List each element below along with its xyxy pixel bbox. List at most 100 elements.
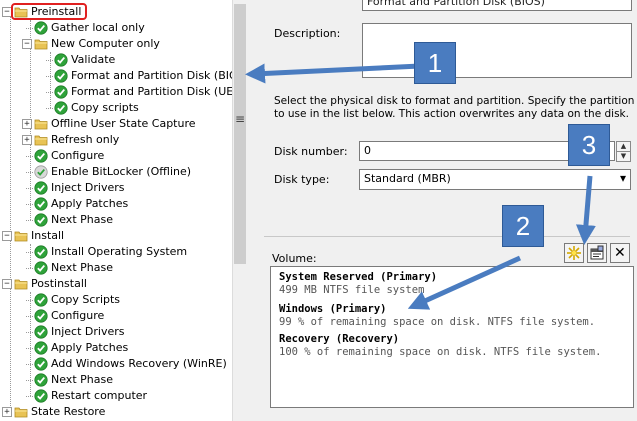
tree-item[interactable]: + State Restore xyxy=(0,404,232,420)
disk-type-value: Standard (MBR) xyxy=(364,172,451,185)
tree-item[interactable]: Install Operating System xyxy=(0,244,232,260)
properties-icon xyxy=(590,245,604,260)
tree-connector xyxy=(46,108,53,109)
tree-item[interactable]: Next Phase xyxy=(0,372,232,388)
tree-item-label: Configure xyxy=(51,309,105,322)
volume-name: System Reserved (Primary) xyxy=(279,271,438,283)
callout-1: 1 xyxy=(414,42,456,84)
folder-icon xyxy=(34,117,48,131)
tree-item[interactable]: Format and Partition Disk (BIOS) xyxy=(0,68,232,84)
expand-icon[interactable]: + xyxy=(22,135,32,145)
tree-item[interactable]: Format and Partition Disk (UEFI) xyxy=(0,84,232,100)
volume-name: Recovery (Recovery) xyxy=(279,333,400,345)
task-sequence-tree: − Preinstall Gather local only − New Compute… xyxy=(0,0,232,421)
description-field[interactable] xyxy=(362,23,632,78)
tree-item[interactable]: Configure xyxy=(0,308,232,324)
check-icon xyxy=(34,245,48,259)
tree-item-label: Inject Drivers xyxy=(51,325,125,338)
disk-type-label: Disk type: xyxy=(274,173,330,186)
tree-item[interactable]: Copy scripts xyxy=(0,100,232,116)
collapse-icon[interactable]: − xyxy=(22,39,32,49)
tree-item[interactable]: − Install xyxy=(0,228,232,244)
tree-item[interactable]: − Preinstall xyxy=(0,3,232,20)
tree-item[interactable]: Add Windows Recovery (WinRE) xyxy=(0,356,232,372)
selection-highlight xyxy=(11,3,87,20)
tree-item[interactable]: Inject Drivers xyxy=(0,180,232,196)
tree-item-label: Enable BitLocker (Offline) xyxy=(51,165,192,178)
volume-list-item[interactable]: Windows (Primary) 99 % of remaining space… xyxy=(271,303,631,333)
tree-connector xyxy=(26,204,33,205)
folder-icon xyxy=(14,229,28,243)
volume-label: Volume: xyxy=(272,252,317,265)
tree-item[interactable]: + Offline User State Capture xyxy=(0,116,232,132)
expand-icon[interactable]: + xyxy=(2,407,12,417)
collapse-icon[interactable]: − xyxy=(2,279,12,289)
check-icon xyxy=(34,181,48,195)
tree-connector xyxy=(26,364,33,365)
spin-down-icon[interactable]: ▼ xyxy=(616,151,631,162)
folder-icon xyxy=(34,133,48,147)
tree-connector xyxy=(26,252,33,253)
volume-list-item[interactable]: System Reserved (Primary) 499 MB NTFS fil… xyxy=(271,271,631,301)
tree-connector xyxy=(26,380,33,381)
tree-item[interactable]: − New Computer only xyxy=(0,36,232,52)
task-sequence-editor: − Preinstall Gather local only − New Compute… xyxy=(0,0,637,421)
tree-item-label: Next Phase xyxy=(51,213,113,226)
expand-icon[interactable]: + xyxy=(22,119,32,129)
volume-name: Windows (Primary) xyxy=(279,303,387,315)
folder-icon xyxy=(34,37,48,51)
volume-list-item[interactable]: Recovery (Recovery) 100 % of remaining sp… xyxy=(271,333,631,363)
name-field-value: Format and Partition Disk (BIOS) xyxy=(367,0,545,8)
tree-item[interactable]: − Postinstall xyxy=(0,276,232,292)
tree-item[interactable]: Next Phase xyxy=(0,212,232,228)
tree-item-label: New Computer only xyxy=(51,37,160,50)
check-icon xyxy=(34,213,48,227)
collapse-icon[interactable]: − xyxy=(2,231,12,241)
tree-connector xyxy=(26,188,33,189)
check-icon xyxy=(34,325,48,339)
tree-item[interactable]: Inject Drivers xyxy=(0,324,232,340)
check-icon xyxy=(34,293,48,307)
new-partition-button[interactable] xyxy=(564,243,584,263)
tree-item-label: Restart computer xyxy=(51,389,148,402)
tree-item[interactable]: Gather local only xyxy=(0,20,232,36)
check-icon xyxy=(34,357,48,371)
name-field[interactable]: Format and Partition Disk (BIOS) xyxy=(362,0,632,11)
check-icon xyxy=(34,21,48,35)
tree-item-label: Copy scripts xyxy=(71,101,139,114)
delete-partition-button[interactable]: ✕ xyxy=(610,243,630,263)
partition-properties-button[interactable] xyxy=(587,243,607,263)
tree-item-label: Configure xyxy=(51,149,105,162)
check-icon xyxy=(34,309,48,323)
tree-item-label: Install xyxy=(31,229,65,242)
tree-connector xyxy=(26,220,33,221)
tree-item[interactable]: + Refresh only xyxy=(0,132,232,148)
tree-item[interactable]: Copy Scripts xyxy=(0,292,232,308)
check-icon xyxy=(34,261,48,275)
splitter-grip-icon[interactable]: ≡ xyxy=(233,112,247,126)
volume-description: 100 % of remaining space on disk. NTFS f… xyxy=(279,346,602,358)
tree-item[interactable]: Restart computer xyxy=(0,388,232,404)
volume-description: 499 MB NTFS file system xyxy=(279,284,425,296)
tree-scrollbar-thumb[interactable] xyxy=(234,4,246,264)
tree-item[interactable]: Validate xyxy=(0,52,232,68)
volume-list[interactable]: System Reserved (Primary) 499 MB NTFS fil… xyxy=(270,266,634,408)
tree-connector xyxy=(26,300,33,301)
tree-item[interactable]: Enable BitLocker (Offline) xyxy=(0,164,232,180)
tree-connector xyxy=(46,92,53,93)
tree-item[interactable]: Apply Patches xyxy=(0,340,232,356)
callout-3: 3 xyxy=(568,124,610,166)
disk-type-select[interactable]: Standard (MBR) ▾ xyxy=(359,169,631,190)
volume-description: 99 % of remaining space on disk. NTFS fi… xyxy=(279,316,596,328)
tree-connector xyxy=(26,156,33,157)
tree-item-label: Postinstall xyxy=(31,277,87,290)
description-label: Description: xyxy=(274,27,341,40)
tree-item-label: Add Windows Recovery (WinRE) xyxy=(51,357,227,370)
tree-item-label: Apply Patches xyxy=(51,341,129,354)
tree-item[interactable]: Next Phase xyxy=(0,260,232,276)
tree-item[interactable]: Apply Patches xyxy=(0,196,232,212)
tree-item-label: Apply Patches xyxy=(51,197,129,210)
tree-item[interactable]: Configure xyxy=(0,148,232,164)
new-star-icon xyxy=(567,246,581,260)
callout-2: 2 xyxy=(502,205,544,247)
